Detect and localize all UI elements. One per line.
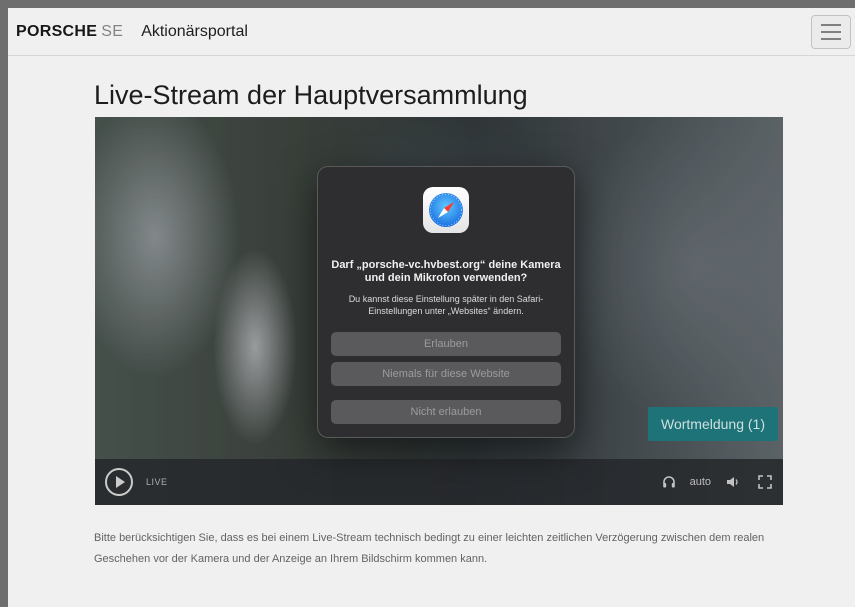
quality-selector[interactable]: auto bbox=[690, 476, 711, 488]
allow-button[interactable]: Erlauben bbox=[331, 332, 561, 356]
menu-toggle-button[interactable] bbox=[811, 15, 851, 49]
volume-icon[interactable] bbox=[725, 474, 741, 490]
brand-main: PORSCHE bbox=[16, 22, 98, 40]
play-icon[interactable] bbox=[105, 468, 133, 496]
headphones-icon[interactable] bbox=[661, 474, 677, 490]
permission-dialog: Darf „porsche-vc.hvbest.org“ deine Kamer… bbox=[317, 166, 575, 438]
portal-title[interactable]: Aktionärsportal bbox=[141, 23, 248, 41]
hamburger-icon bbox=[821, 24, 841, 26]
never-for-website-button[interactable]: Niemals für diese Website bbox=[331, 362, 561, 386]
fullscreen-icon[interactable] bbox=[757, 474, 773, 490]
brand-suffix: SE bbox=[101, 22, 124, 40]
request-to-speak-button[interactable]: Wortmeldung (1) bbox=[648, 407, 778, 441]
safari-icon bbox=[423, 187, 469, 233]
navbar: PORSCHE SE Aktionärsportal bbox=[8, 8, 855, 56]
dialog-message: Du kannst diese Einstellung später in de… bbox=[348, 294, 544, 316]
player-controls: LIVE auto bbox=[95, 459, 783, 505]
dialog-title: Darf „porsche-vc.hvbest.org“ deine Kamer… bbox=[331, 259, 561, 284]
live-label: LIVE bbox=[146, 477, 168, 487]
brand-logo[interactable]: PORSCHE SE bbox=[16, 23, 123, 41]
page-title: Live-Stream der Hauptversammlung bbox=[94, 80, 528, 110]
deny-button[interactable]: Nicht erlauben bbox=[331, 400, 561, 424]
latency-notice: Bitte berücksichtigen Sie, dass es bei e… bbox=[94, 532, 765, 565]
